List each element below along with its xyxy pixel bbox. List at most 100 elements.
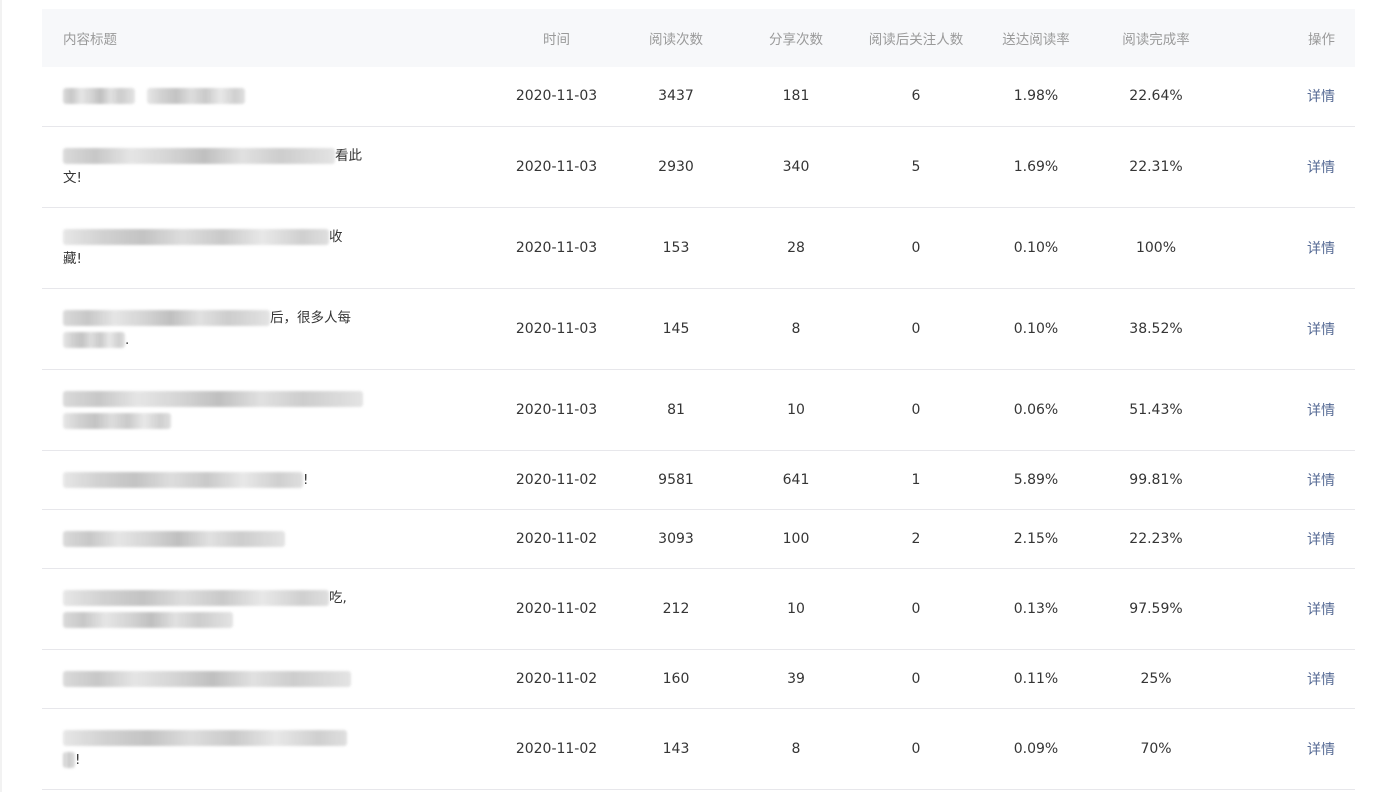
- redacted-text: [63, 309, 270, 326]
- cell-title: 看此 文!: [42, 126, 497, 207]
- cell-shares: 8: [791, 740, 801, 757]
- redacted-text: [63, 530, 285, 547]
- article-title[interactable]: 收 藏!: [63, 226, 368, 270]
- cell-time: 2020-11-03: [515, 401, 598, 418]
- cell-completion-rate: 97.59%: [1129, 600, 1183, 617]
- cell-time: 2020-11-02: [515, 600, 598, 617]
- cell-delivery-rate: 0.10%: [1013, 239, 1059, 256]
- details-link[interactable]: 详情: [1307, 742, 1335, 758]
- cell-follows: 0: [911, 401, 921, 418]
- article-title[interactable]: !: [63, 727, 368, 771]
- article-title[interactable]: 吃,: [63, 587, 368, 631]
- cell-shares: 10: [787, 401, 805, 418]
- cell-follows: 0: [911, 600, 921, 617]
- cell-shares: 641: [782, 471, 810, 488]
- cell-title: !: [42, 450, 497, 509]
- article-stats-table: 内容标题 时间 阅读次数 分享次数 阅读后关注人数 送达阅读率 阅读完成率 操作…: [42, 9, 1355, 790]
- redacted-text: [63, 88, 135, 105]
- cell-action: 详情: [1216, 450, 1355, 509]
- cell-delivery-rate: 0.09%: [1013, 740, 1059, 757]
- title-visible-text: 文!: [63, 169, 82, 186]
- details-link[interactable]: 详情: [1307, 241, 1335, 257]
- cell-delivery-rate: 5.89%: [1013, 471, 1059, 488]
- redacted-text: [63, 670, 351, 687]
- table-row: 2020-11-03 3437 181 6 1.98% 22.64% 详情: [42, 67, 1355, 126]
- table-row: ! 2020-11-02 143 8 0 0.09% 70% 详情: [42, 708, 1355, 789]
- cell-follows: 0: [911, 320, 921, 337]
- table-row: 2020-11-02 3093 100 2 2.15% 22.23% 详情: [42, 509, 1355, 568]
- cell-reads: 3093: [658, 530, 694, 547]
- cell-follows: 5: [911, 158, 921, 175]
- page-left-edge: [0, 0, 2, 792]
- cell-title: 收 藏!: [42, 207, 497, 288]
- cell-time: 2020-11-02: [515, 740, 598, 757]
- details-link[interactable]: 详情: [1307, 89, 1335, 105]
- cell-completion-rate: 38.52%: [1129, 320, 1183, 337]
- cell-action: 详情: [1216, 67, 1355, 126]
- cell-reads: 145: [662, 320, 690, 337]
- title-visible-text: !: [303, 471, 309, 488]
- cell-shares: 8: [791, 320, 801, 337]
- table-row: 2020-11-03 81 10 0 0.06% 51.43% 详情: [42, 369, 1355, 450]
- header-completion-rate: 阅读完成率: [1122, 32, 1190, 48]
- redacted-text: [63, 729, 347, 746]
- details-link[interactable]: 详情: [1307, 403, 1335, 419]
- cell-follows: 2: [911, 530, 921, 547]
- article-title[interactable]: 看此 文!: [63, 145, 368, 189]
- details-link[interactable]: 详情: [1307, 672, 1335, 688]
- cell-reads: 160: [662, 670, 690, 687]
- cell-title: 吃,: [42, 568, 497, 649]
- table-header-row: 内容标题 时间 阅读次数 分享次数 阅读后关注人数 送达阅读率 阅读完成率 操作: [42, 9, 1355, 67]
- cell-completion-rate: 51.43%: [1129, 401, 1183, 418]
- cell-delivery-rate: 1.98%: [1013, 88, 1059, 105]
- title-visible-text: 吃,: [329, 589, 347, 606]
- title-visible-text: .: [125, 331, 130, 348]
- redacted-text: [63, 589, 329, 606]
- redacted-text: [63, 471, 303, 488]
- cell-reads: 9581: [658, 471, 694, 488]
- article-title[interactable]: [63, 528, 368, 550]
- cell-action: 详情: [1216, 207, 1355, 288]
- header-reads: 阅读次数: [649, 32, 703, 48]
- cell-shares: 181: [782, 88, 810, 105]
- cell-time: 2020-11-03: [515, 239, 598, 256]
- article-title[interactable]: 后，很多人每 .: [63, 307, 368, 351]
- title-visible-text: 看此: [335, 147, 362, 164]
- cell-title: [42, 649, 497, 708]
- details-link[interactable]: 详情: [1307, 473, 1335, 489]
- table-row: 2020-11-02 160 39 0 0.11% 25% 详情: [42, 649, 1355, 708]
- details-link[interactable]: 详情: [1307, 602, 1335, 618]
- title-visible-text: 藏!: [63, 250, 82, 267]
- cell-reads: 143: [662, 740, 690, 757]
- article-title[interactable]: [63, 668, 368, 690]
- cell-action: 详情: [1216, 708, 1355, 789]
- cell-action: 详情: [1216, 126, 1355, 207]
- cell-reads: 3437: [658, 88, 694, 105]
- redacted-text: [63, 331, 125, 348]
- cell-time: 2020-11-03: [515, 88, 598, 105]
- cell-completion-rate: 99.81%: [1129, 471, 1183, 488]
- cell-reads: 153: [662, 239, 690, 256]
- cell-title: [42, 67, 497, 126]
- header-shares: 分享次数: [769, 32, 823, 48]
- header-time: 时间: [543, 32, 570, 48]
- cell-shares: 39: [787, 670, 805, 687]
- article-title[interactable]: !: [63, 469, 368, 491]
- details-link[interactable]: 详情: [1307, 322, 1335, 338]
- table-row: 后，很多人每 . 2020-11-03 145 8 0 0.10% 38.52%…: [42, 288, 1355, 369]
- redacted-text: [63, 412, 171, 429]
- details-link[interactable]: 详情: [1307, 160, 1335, 176]
- table-row: 收 藏! 2020-11-03 153 28 0 0.10% 100% 详情: [42, 207, 1355, 288]
- cell-action: 详情: [1216, 509, 1355, 568]
- table-row: ! 2020-11-02 9581 641 1 5.89% 99.81% 详情: [42, 450, 1355, 509]
- redacted-text: [63, 751, 75, 768]
- cell-action: 详情: [1216, 288, 1355, 369]
- cell-follows: 0: [911, 670, 921, 687]
- cell-title: !: [42, 708, 497, 789]
- details-link[interactable]: 详情: [1307, 532, 1335, 548]
- article-title[interactable]: [63, 85, 368, 107]
- cell-time: 2020-11-03: [515, 158, 598, 175]
- article-title[interactable]: [63, 388, 368, 432]
- cell-time: 2020-11-02: [515, 670, 598, 687]
- title-visible-text: !: [75, 751, 81, 768]
